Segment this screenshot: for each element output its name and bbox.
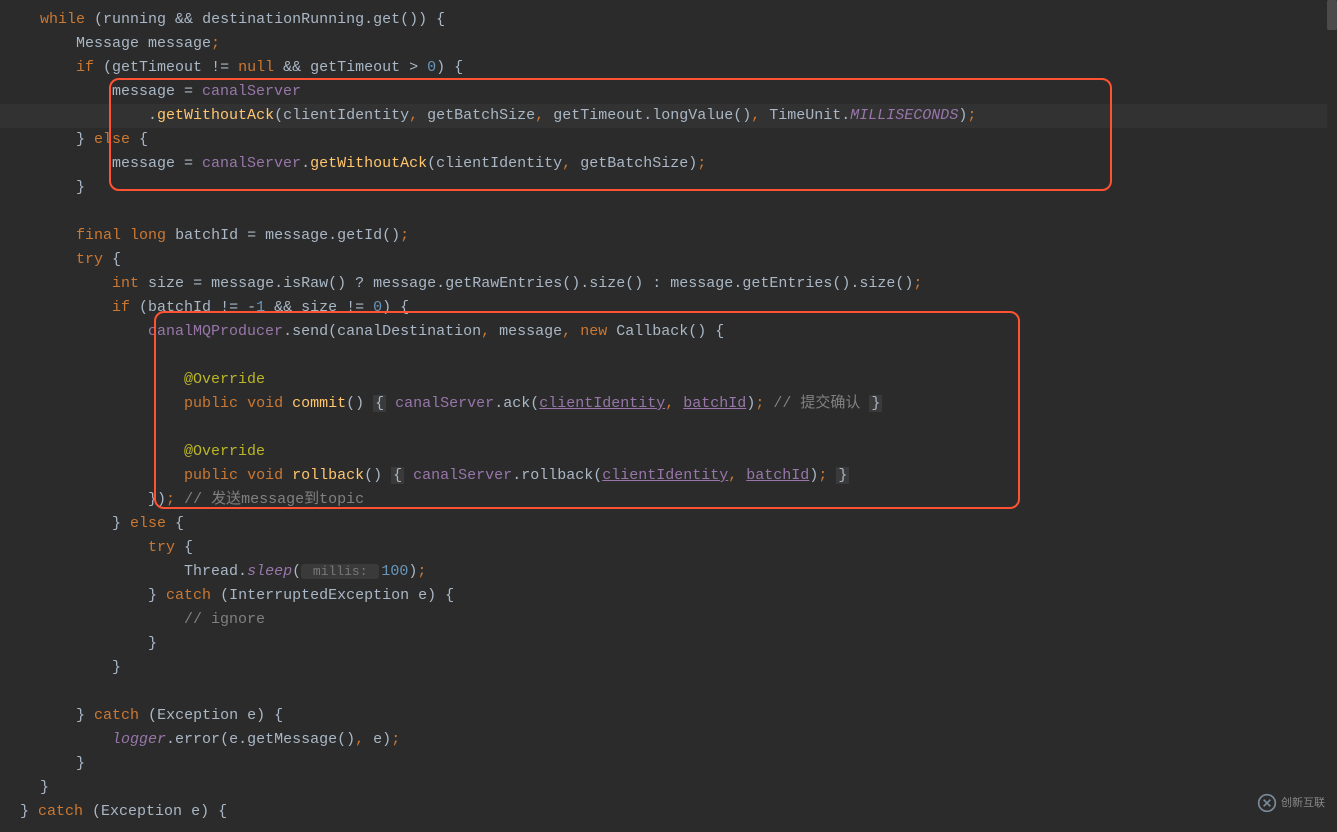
code-line: if (getTimeout != null && getTimeout > 0… [0, 56, 1337, 80]
code-line: try { [0, 248, 1337, 272]
code-line [0, 416, 1337, 440]
code-line: Thread.sleep( millis: 100); [0, 560, 1337, 584]
code-line: try { [0, 536, 1337, 560]
code-line [0, 200, 1337, 224]
code-line: final long batchId = message.getId(); [0, 224, 1337, 248]
code-line: } [0, 776, 1337, 800]
code-line: public void rollback() { canalServer.rol… [0, 464, 1337, 488]
watermark: 创新互联 [1257, 791, 1325, 815]
code-line: } else { [0, 128, 1337, 152]
code-line: canalMQProducer.send(canalDestination, m… [0, 320, 1337, 344]
code-line [0, 344, 1337, 368]
code-line: } [0, 632, 1337, 656]
code-editor[interactable]: while (running && destinationRunning.get… [0, 0, 1337, 832]
code-line: // ignore [0, 608, 1337, 632]
code-line-current: .getWithoutAck(clientIdentity, getBatchS… [0, 104, 1337, 128]
code-line: public void commit() { canalServer.ack(c… [0, 392, 1337, 416]
code-line: @Override [0, 368, 1337, 392]
code-line: } catch (Exception e) { [0, 704, 1337, 728]
code-line: logger.error(e.getMessage(), e); [0, 728, 1337, 752]
code-line: message = canalServer [0, 80, 1337, 104]
code-line: Message message; [0, 32, 1337, 56]
vertical-scrollbar[interactable] [1327, 0, 1337, 821]
code-line: int size = message.isRaw() ? message.get… [0, 272, 1337, 296]
code-line: } [0, 656, 1337, 680]
code-line: @Override [0, 440, 1337, 464]
code-line: } [0, 752, 1337, 776]
code-line: } else { [0, 512, 1337, 536]
code-line: }); // 发送message到topic [0, 488, 1337, 512]
watermark-text: 创新互联 [1281, 791, 1325, 815]
code-line: if (batchId != -1 && size != 0) { [0, 296, 1337, 320]
code-line: while (running && destinationRunning.get… [0, 8, 1337, 32]
code-line: } catch (Exception e) { [0, 800, 1337, 824]
scrollbar-thumb[interactable] [1327, 0, 1337, 30]
code-line [0, 680, 1337, 704]
code-line: } catch (InterruptedException e) { [0, 584, 1337, 608]
code-line: } [0, 176, 1337, 200]
logo-icon [1257, 793, 1277, 813]
code-line: message = canalServer.getWithoutAck(clie… [0, 152, 1337, 176]
